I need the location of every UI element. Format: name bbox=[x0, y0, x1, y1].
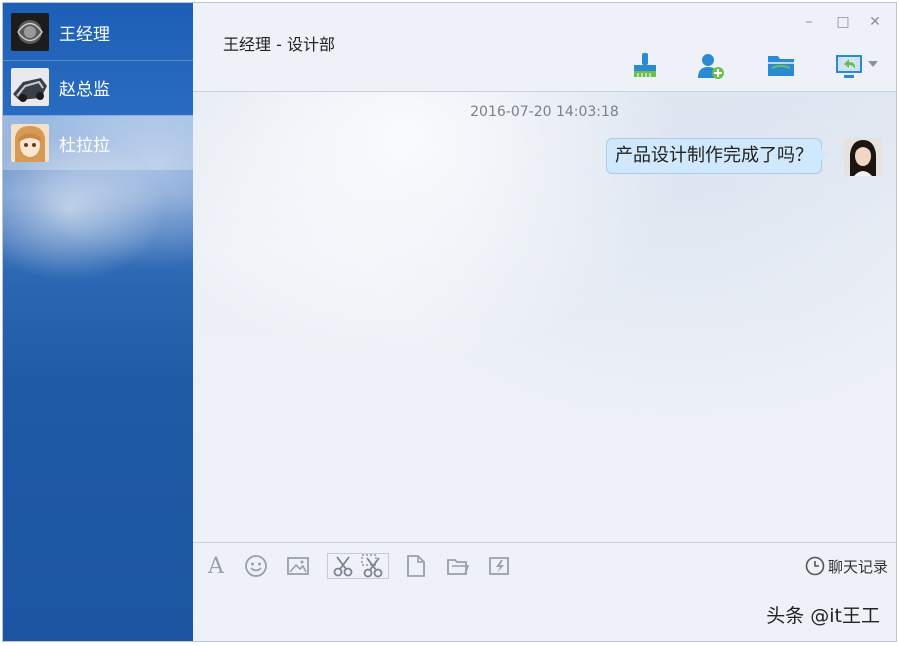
message-timestamp: 2016-07-20 14:03:18 bbox=[470, 104, 619, 120]
picture-icon bbox=[287, 557, 309, 575]
message-area: 2016-07-20 14:03:18 产品设计制作完成了吗？ bbox=[193, 92, 896, 542]
screenshot-icon[interactable] bbox=[361, 554, 385, 578]
contact-avatar bbox=[11, 68, 49, 106]
chat-header: 王经理 - 设计部 – □ ✕ bbox=[193, 3, 896, 92]
document-icon bbox=[407, 555, 425, 577]
folder-icon bbox=[447, 559, 470, 575]
watermark-text: 头条 @it王工 bbox=[766, 605, 880, 627]
chat-history-button[interactable]: 聊天记录 bbox=[805, 554, 888, 578]
shake-icon[interactable] bbox=[487, 553, 513, 579]
contact-avatar bbox=[11, 13, 49, 51]
folder-send-icon[interactable] bbox=[445, 553, 471, 579]
contact-name: 杜拉拉 bbox=[59, 135, 110, 156]
font-label: A bbox=[208, 553, 224, 579]
emoji-icon[interactable] bbox=[243, 553, 269, 579]
contact-name: 王经理 bbox=[59, 24, 110, 45]
input-toolbar-divider bbox=[193, 542, 896, 543]
chat-window: 王经理 赵总监 杜拉拉 王经理 - 设计部 – □ ✕ 2016-07-20 1… bbox=[2, 2, 897, 642]
chat-panel: 王经理 - 设计部 – □ ✕ 2016-07-20 14:03:18 产品设计… bbox=[193, 3, 896, 641]
folder-icon[interactable] bbox=[766, 51, 796, 81]
chat-title: 王经理 - 设计部 bbox=[223, 35, 335, 54]
scissors-icon[interactable] bbox=[331, 554, 355, 578]
brush-icon[interactable] bbox=[630, 51, 660, 81]
contact-item-du[interactable]: 杜拉拉 bbox=[3, 116, 193, 170]
window-shake-icon bbox=[489, 557, 509, 575]
font-icon[interactable]: A bbox=[203, 553, 229, 579]
contact-name: 赵总监 bbox=[59, 79, 110, 100]
contact-item-wang[interactable]: 王经理 bbox=[3, 5, 193, 59]
screenshot-tools[interactable] bbox=[327, 553, 389, 579]
screen-share-icon[interactable] bbox=[834, 51, 864, 81]
sender-avatar bbox=[844, 138, 882, 176]
message-bubble: 产品设计制作完成了吗？ bbox=[606, 138, 829, 174]
clock-icon bbox=[805, 556, 825, 576]
maximize-button[interactable]: □ bbox=[834, 13, 852, 31]
contact-item-zhao[interactable]: 赵总监 bbox=[3, 60, 193, 114]
image-icon[interactable] bbox=[285, 553, 311, 579]
smile-icon bbox=[245, 555, 267, 577]
chevron-down-icon[interactable] bbox=[868, 61, 878, 67]
history-label: 聊天记录 bbox=[827, 557, 888, 576]
contact-sidebar: 王经理 赵总监 杜拉拉 bbox=[3, 3, 193, 641]
minimize-button[interactable]: – bbox=[800, 13, 818, 31]
add-contact-icon[interactable] bbox=[696, 51, 726, 81]
contact-avatar bbox=[11, 124, 49, 162]
file-icon[interactable] bbox=[403, 553, 429, 579]
close-button[interactable]: ✕ bbox=[866, 13, 884, 31]
